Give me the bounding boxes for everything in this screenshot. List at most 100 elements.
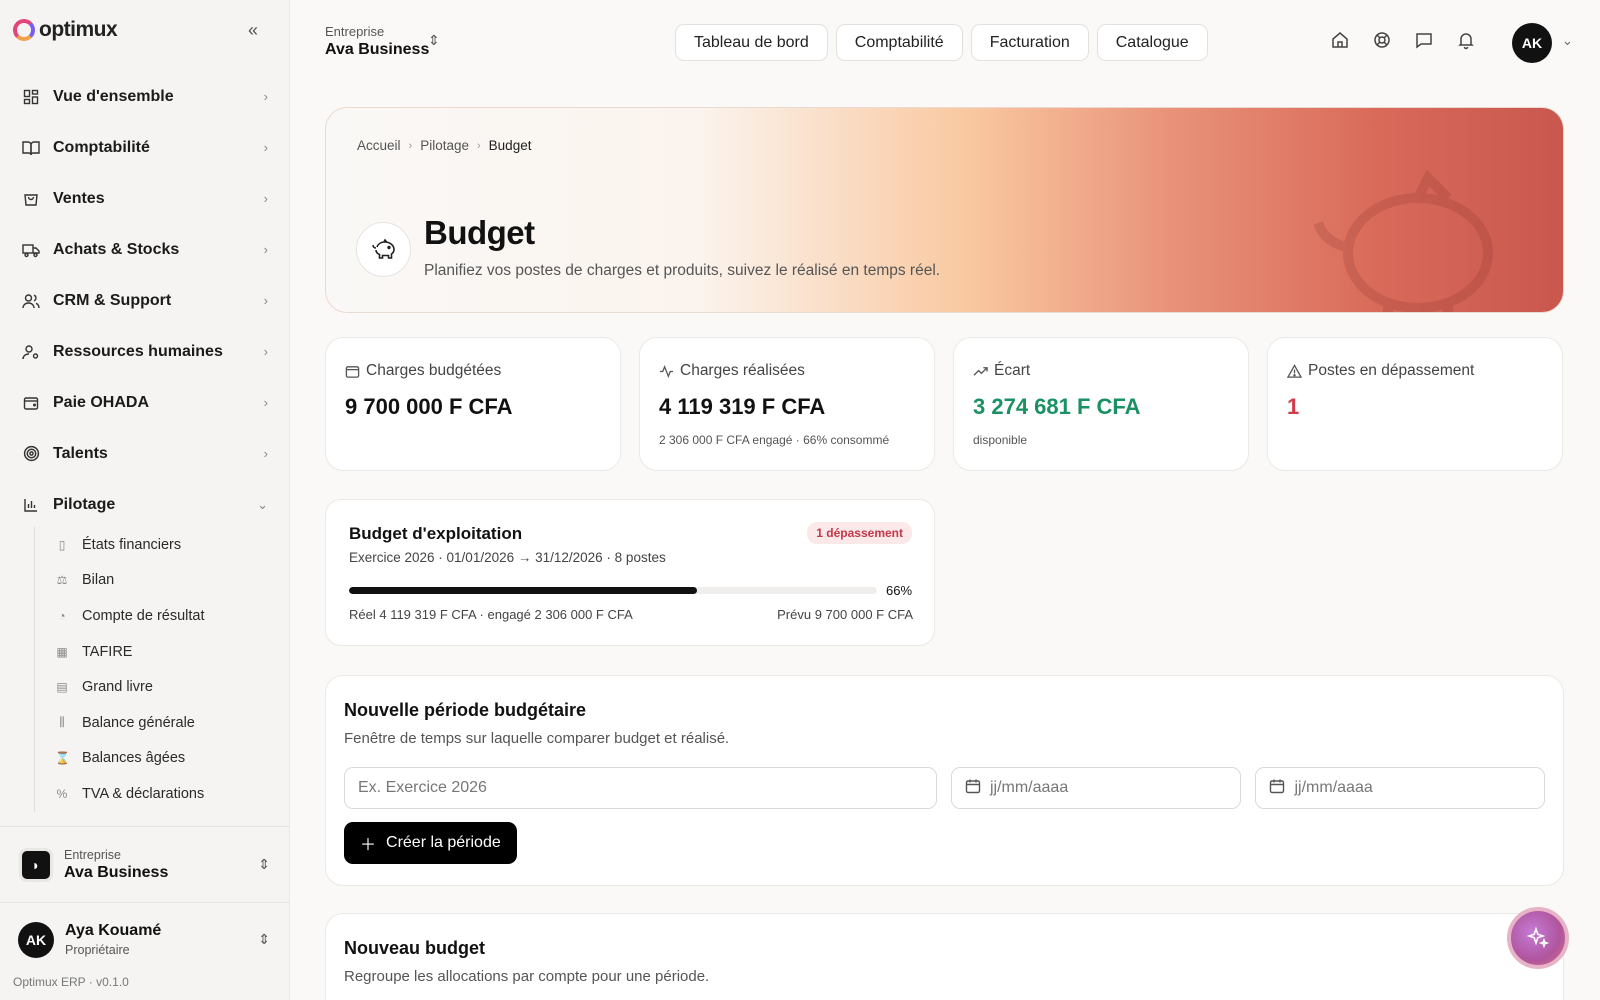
tab-tableau-de-bord[interactable]: Tableau de bord bbox=[675, 24, 828, 61]
section-subtitle: Regroupe les allocations par compte pour… bbox=[344, 968, 710, 985]
budget-real: Réel 4 119 319 F CFA · engagé 2 306 000 … bbox=[349, 607, 633, 622]
end-date-input[interactable]: jj/mm/aaaa bbox=[1255, 767, 1545, 809]
ledger-icon: ▤ bbox=[56, 680, 68, 695]
sidebar-subitem-compte-resultat[interactable]: ◔ Compte de résultat bbox=[35, 598, 278, 634]
sidebar-subitem-grand-livre[interactable]: ▤ Grand livre bbox=[35, 669, 278, 705]
sidebar-item-vue-ensemble[interactable]: Vue d'ensemble › bbox=[12, 71, 278, 122]
sidebar-item-talents[interactable]: Talents › bbox=[12, 428, 278, 479]
kpi-charges-budgetees: Charges budgétées 9 700 000 F CFA bbox=[325, 337, 621, 471]
alert-triangle-icon bbox=[1287, 363, 1302, 378]
sidebar-subitem-balances-agees[interactable]: ⌛ Balances âgées bbox=[35, 741, 278, 777]
new-period-form: Nouvelle période budgétaire Fenêtre de t… bbox=[325, 675, 1564, 886]
new-budget-form: Nouveau budget Regroupe les allocations … bbox=[325, 913, 1564, 1000]
sidebar-subitem-label: Grand livre bbox=[82, 679, 153, 696]
target-icon bbox=[22, 445, 40, 463]
sidebar-item-label: Paie OHADA bbox=[53, 393, 150, 411]
collapse-sidebar-icon[interactable]: « bbox=[248, 20, 258, 41]
sidebar-subitem-label: États financiers bbox=[82, 536, 182, 553]
kpi-note: disponible bbox=[973, 433, 1028, 447]
kpi-ecart: Écart 3 274 681 F CFA disponible bbox=[953, 337, 1249, 471]
page-hero: Accueil › Pilotage › Budget Budget Plani… bbox=[325, 107, 1564, 313]
help-lifebuoy-icon[interactable] bbox=[1372, 30, 1392, 50]
sidebar-subitem-bilan[interactable]: ⚖ Bilan bbox=[35, 563, 278, 599]
user-name: Aya Kouamé bbox=[65, 922, 162, 939]
budget-meta: Exercice 2026 · 01/01/2026 → 31/12/2026 … bbox=[349, 550, 666, 565]
breadcrumb-item-pilotage[interactable]: Pilotage bbox=[420, 138, 469, 153]
period-name-input[interactable]: Ex. Exercice 2026 bbox=[344, 767, 937, 809]
budget-card[interactable]: Budget d'exploitation Exercice 2026 · 01… bbox=[325, 499, 935, 646]
sidebar-subitem-label: Balances âgées bbox=[82, 750, 186, 767]
kpi-label: Charges réalisées bbox=[680, 362, 805, 379]
start-date-input[interactable]: jj/mm/aaaa bbox=[950, 767, 1242, 809]
sidebar-subitem-label: Balance générale bbox=[82, 714, 195, 731]
chevron-right-icon: › bbox=[263, 191, 268, 206]
company-name: Ava Business bbox=[64, 863, 169, 881]
page-subtitle: Planifiez vos postes de charges et produ… bbox=[424, 262, 941, 279]
kpi-label: Postes en dépassement bbox=[1308, 362, 1475, 379]
brand-name: optimux bbox=[39, 18, 118, 41]
pilotage-submenu: ▯ États financiers ⚖ Bilan ◔ Compte de résu… bbox=[34, 527, 278, 812]
company-logo-icon: ◗ bbox=[19, 847, 53, 882]
chevrons-up-down-icon[interactable]: ⇕ bbox=[428, 32, 440, 49]
breadcrumb-item-current: Budget bbox=[488, 138, 532, 153]
sidebar-subitem-balance-generale[interactable]: ⫼ Balance générale bbox=[35, 705, 278, 741]
sidebar-item-ressources-humaines[interactable]: Ressources humaines › bbox=[12, 326, 278, 377]
sidebar-subitem-tafire[interactable]: ▦ TAFIRE bbox=[35, 634, 278, 670]
user-menu[interactable]: AK Aya Kouamé Propriétaire ⇕ bbox=[0, 902, 290, 976]
chevron-right-icon: › bbox=[477, 139, 481, 152]
percent-icon: % bbox=[56, 786, 68, 801]
wallet-icon bbox=[345, 365, 360, 378]
create-period-button[interactable]: ＋ Créer la période bbox=[344, 822, 517, 864]
tab-catalogue[interactable]: Catalogue bbox=[1096, 24, 1208, 61]
progress-label: 66% bbox=[886, 583, 913, 598]
company-selector[interactable]: Entreprise Ava Business bbox=[325, 24, 429, 59]
bar-chart-icon: ⫼ bbox=[59, 715, 65, 730]
sidebar-item-label: Pilotage bbox=[53, 495, 116, 513]
kpi-postes-depassement: Postes en dépassement 1 bbox=[1267, 337, 1563, 471]
ai-assistant-button[interactable] bbox=[1507, 907, 1569, 969]
avatar[interactable]: AK bbox=[1512, 23, 1552, 63]
piggy-bank-icon bbox=[356, 222, 411, 277]
status-badge: 1 dépassement bbox=[807, 522, 912, 544]
sidebar-item-label: Vue d'ensemble bbox=[53, 87, 174, 105]
sidebar-item-paie-ohada[interactable]: Paie OHADA › bbox=[12, 377, 278, 428]
button-label: Créer la période bbox=[386, 834, 501, 851]
top-nav: Tableau de bord Comptabilité Facturation… bbox=[675, 24, 1208, 61]
sidebar-item-pilotage[interactable]: Pilotage ⌄ bbox=[12, 479, 278, 530]
sidebar-item-ventes[interactable]: Ventes › bbox=[12, 173, 278, 224]
brand-logo[interactable]: optimux bbox=[13, 18, 118, 42]
section-title: Nouveau budget bbox=[344, 938, 486, 958]
kpi-label: Charges budgétées bbox=[366, 362, 502, 379]
chevron-right-icon: › bbox=[263, 140, 268, 155]
logo-mark-icon bbox=[13, 19, 35, 41]
company-caption: Entreprise bbox=[64, 847, 121, 862]
company-caption: Entreprise bbox=[325, 24, 385, 39]
chevron-down-icon[interactable]: ⌄ bbox=[1562, 33, 1573, 49]
tab-facturation[interactable]: Facturation bbox=[970, 24, 1089, 61]
chevron-right-icon: › bbox=[263, 395, 268, 410]
sidebar-item-crm-support[interactable]: CRM & Support › bbox=[12, 275, 278, 326]
home-icon[interactable] bbox=[1330, 30, 1350, 50]
chevron-right-icon: › bbox=[263, 89, 268, 104]
chat-icon[interactable] bbox=[1414, 30, 1434, 50]
tab-comptabilite[interactable]: Comptabilité bbox=[835, 24, 963, 61]
sidebar-item-comptabilite[interactable]: Comptabilité › bbox=[12, 122, 278, 173]
kpi-value: 9 700 000 F CFA bbox=[345, 394, 513, 419]
company-switcher[interactable]: ◗ Entreprise Ava Business ⇕ bbox=[0, 826, 290, 902]
sidebar-subitem-etats-financiers[interactable]: ▯ États financiers bbox=[35, 527, 278, 563]
kpi-value: 4 119 319 F CFA bbox=[659, 394, 826, 419]
chevron-down-icon: ⌄ bbox=[257, 496, 268, 512]
budget-progress: 66% bbox=[349, 583, 913, 598]
piggy-bank-watermark-icon bbox=[1313, 169, 1493, 312]
calendar-icon bbox=[1269, 778, 1285, 799]
breadcrumb: Accueil › Pilotage › Budget bbox=[357, 138, 531, 153]
plus-icon: ＋ bbox=[360, 837, 377, 854]
sidebar: optimux « Vue d'ensemble › Comptabilité … bbox=[0, 0, 290, 1000]
avatar: AK bbox=[18, 921, 54, 958]
trend-up-icon bbox=[973, 366, 988, 376]
sidebar-subitem-tva[interactable]: % TVA & déclarations bbox=[35, 776, 278, 812]
bell-icon[interactable] bbox=[1456, 30, 1476, 50]
sparkles-icon bbox=[1526, 926, 1550, 949]
sidebar-item-achats-stocks[interactable]: Achats & Stocks › bbox=[12, 224, 278, 275]
breadcrumb-item-accueil[interactable]: Accueil bbox=[357, 138, 401, 153]
